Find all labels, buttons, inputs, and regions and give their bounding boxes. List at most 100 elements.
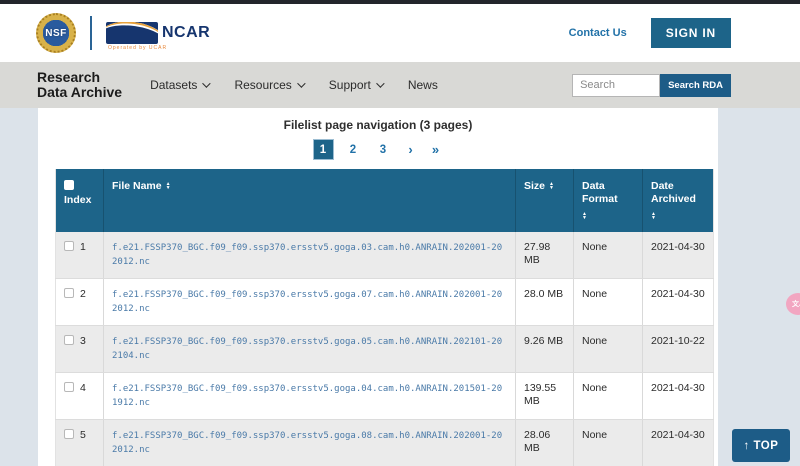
- index-cell: 1: [56, 232, 104, 279]
- row-index: 4: [80, 382, 86, 395]
- column-header-date-archived[interactable]: Date Archived ▲▼: [643, 169, 714, 232]
- index-cell: 5: [56, 420, 104, 466]
- nav-menu-item-label: News: [408, 78, 438, 92]
- page-link-2[interactable]: 2: [343, 139, 364, 160]
- index-cell: 2: [56, 279, 104, 326]
- chevron-down-icon: [297, 79, 305, 87]
- site-title-line1: Research: [37, 70, 122, 85]
- column-header-size-label: Size: [524, 180, 545, 193]
- nav-search-group: Search RDA: [572, 74, 731, 97]
- table-row: 5 f.e21.FSSP370_BGC.f09_f09.ssp370.ersst…: [56, 420, 714, 466]
- column-header-date-archived-label: Date Archived: [651, 180, 705, 206]
- table-row: 4 f.e21.FSSP370_BGC.f09_f09.ssp370.ersst…: [56, 373, 714, 420]
- nav-menu-item[interactable]: Resources: [234, 78, 302, 92]
- translate-floating-button[interactable]: 文A: [786, 293, 800, 315]
- file-name-cell: f.e21.FSSP370_BGC.f09_f09.ssp370.ersstv5…: [104, 420, 516, 466]
- page-background: Filelist page navigation (3 pages) 123›»…: [0, 108, 800, 466]
- column-header-file-name-label: File Name: [112, 180, 162, 193]
- size-cell: 9.26 MB: [516, 326, 574, 373]
- page-link-1[interactable]: 1: [313, 139, 334, 160]
- site-title: Research Data Archive: [37, 70, 122, 100]
- nsf-logo[interactable]: NSF: [36, 13, 76, 53]
- table-row: 3 f.e21.FSSP370_BGC.f09_f09.ssp370.ersst…: [56, 326, 714, 373]
- data-format-cell: None: [574, 232, 643, 279]
- row-index: 2: [80, 288, 86, 301]
- file-link[interactable]: f.e21.FSSP370_BGC.f09_f09.ssp370.ersstv5…: [112, 243, 502, 267]
- size-cell: 28.0 MB: [516, 279, 574, 326]
- file-link[interactable]: f.e21.FSSP370_BGC.f09_f09.ssp370.ersstv5…: [112, 431, 502, 455]
- site-title-line2: Data Archive: [37, 85, 122, 100]
- date-archived-cell: 2021-04-30: [643, 232, 714, 279]
- back-to-top-button[interactable]: ↑ TOP: [732, 429, 790, 462]
- row-index: 3: [80, 335, 86, 348]
- row-index: 5: [80, 429, 86, 442]
- column-header-size[interactable]: Size ▲▼: [516, 169, 574, 232]
- chevron-down-icon: [376, 79, 384, 87]
- file-link[interactable]: f.e21.FSSP370_BGC.f09_f09.ssp370.ersstv5…: [112, 290, 502, 314]
- nav-menu-item-label: Resources: [234, 78, 291, 92]
- pagination-title: Filelist page navigation (3 pages): [38, 108, 718, 132]
- file-name-cell: f.e21.FSSP370_BGC.f09_f09.ssp370.ersstv5…: [104, 279, 516, 326]
- row-checkbox[interactable]: [64, 241, 74, 251]
- file-name-cell: f.e21.FSSP370_BGC.f09_f09.ssp370.ersstv5…: [104, 232, 516, 279]
- site-header: NSF NCAR Operated by UCAR Contact Us SIG…: [0, 4, 800, 62]
- ncar-logo[interactable]: NCAR Operated by UCAR: [106, 22, 210, 44]
- column-header-file-name[interactable]: File Name ▲▼: [104, 169, 516, 232]
- page-link-3[interactable]: 3: [373, 139, 394, 160]
- row-checkbox[interactable]: [64, 382, 74, 392]
- main-navbar: Research Data Archive Datasets Resources…: [0, 62, 800, 108]
- search-rda-button[interactable]: Search RDA: [660, 74, 731, 97]
- data-format-cell: None: [574, 420, 643, 466]
- pagination-nav: 123 › »: [38, 139, 718, 160]
- data-format-cell: None: [574, 373, 643, 420]
- header-right: Contact Us SIGN IN: [569, 18, 731, 48]
- data-format-cell: None: [574, 326, 643, 373]
- select-all-checkbox[interactable]: [64, 180, 74, 190]
- sort-icon[interactable]: ▲▼: [166, 182, 171, 190]
- nav-menu-item[interactable]: Support: [329, 78, 382, 92]
- logo-separator: [90, 16, 92, 50]
- filelist-table: Index File Name ▲▼ Size ▲▼: [55, 169, 714, 466]
- nav-menu-item-label: Support: [329, 78, 371, 92]
- nav-menu-item[interactable]: News: [408, 78, 438, 92]
- nav-menu-item[interactable]: Datasets: [150, 78, 208, 92]
- column-header-data-format-label: Data Format: [582, 180, 634, 206]
- size-cell: 27.98 MB: [516, 232, 574, 279]
- column-header-data-format[interactable]: Data Format ▲▼: [574, 169, 643, 232]
- file-link[interactable]: f.e21.FSSP370_BGC.f09_f09.ssp370.ersstv5…: [112, 337, 502, 361]
- search-input[interactable]: [572, 74, 660, 97]
- size-cell: 139.55 MB: [516, 373, 574, 420]
- table-header-row: Index File Name ▲▼ Size ▲▼: [56, 169, 714, 232]
- date-archived-cell: 2021-04-30: [643, 279, 714, 326]
- sign-in-button[interactable]: SIGN IN: [651, 18, 731, 48]
- nav-menu-item-label: Datasets: [150, 78, 197, 92]
- index-cell: 4: [56, 373, 104, 420]
- date-archived-cell: 2021-10-22: [643, 326, 714, 373]
- size-cell: 28.06 MB: [516, 420, 574, 466]
- column-header-index-label: Index: [64, 194, 91, 206]
- last-page-link[interactable]: »: [428, 142, 444, 157]
- sort-icon[interactable]: ▲▼: [549, 182, 554, 190]
- table-row: 2 f.e21.FSSP370_BGC.f09_f09.ssp370.ersst…: [56, 279, 714, 326]
- row-checkbox[interactable]: [64, 335, 74, 345]
- row-checkbox[interactable]: [64, 429, 74, 439]
- file-name-cell: f.e21.FSSP370_BGC.f09_f09.ssp370.ersstv5…: [104, 373, 516, 420]
- date-archived-cell: 2021-04-30: [643, 420, 714, 466]
- contact-us-link[interactable]: Contact Us: [569, 27, 627, 39]
- ncar-logo-text: NCAR: [162, 24, 210, 42]
- column-header-index[interactable]: Index: [56, 169, 104, 232]
- file-link[interactable]: f.e21.FSSP370_BGC.f09_f09.ssp370.ersstv5…: [112, 384, 502, 408]
- sort-icon[interactable]: ▲▼: [582, 212, 587, 220]
- date-archived-cell: 2021-04-30: [643, 373, 714, 420]
- data-format-cell: None: [574, 279, 643, 326]
- index-cell: 3: [56, 326, 104, 373]
- ncar-tagline: Operated by UCAR: [108, 45, 167, 51]
- table-row: 1 f.e21.FSSP370_BGC.f09_f09.ssp370.ersst…: [56, 232, 714, 279]
- chevron-down-icon: [203, 79, 211, 87]
- row-checkbox[interactable]: [64, 288, 74, 298]
- file-name-cell: f.e21.FSSP370_BGC.f09_f09.ssp370.ersstv5…: [104, 326, 516, 373]
- nsf-logo-text: NSF: [45, 28, 67, 39]
- content-panel: Filelist page navigation (3 pages) 123›»…: [38, 108, 718, 466]
- sort-icon[interactable]: ▲▼: [651, 212, 656, 220]
- next-page-link[interactable]: ›: [403, 142, 419, 157]
